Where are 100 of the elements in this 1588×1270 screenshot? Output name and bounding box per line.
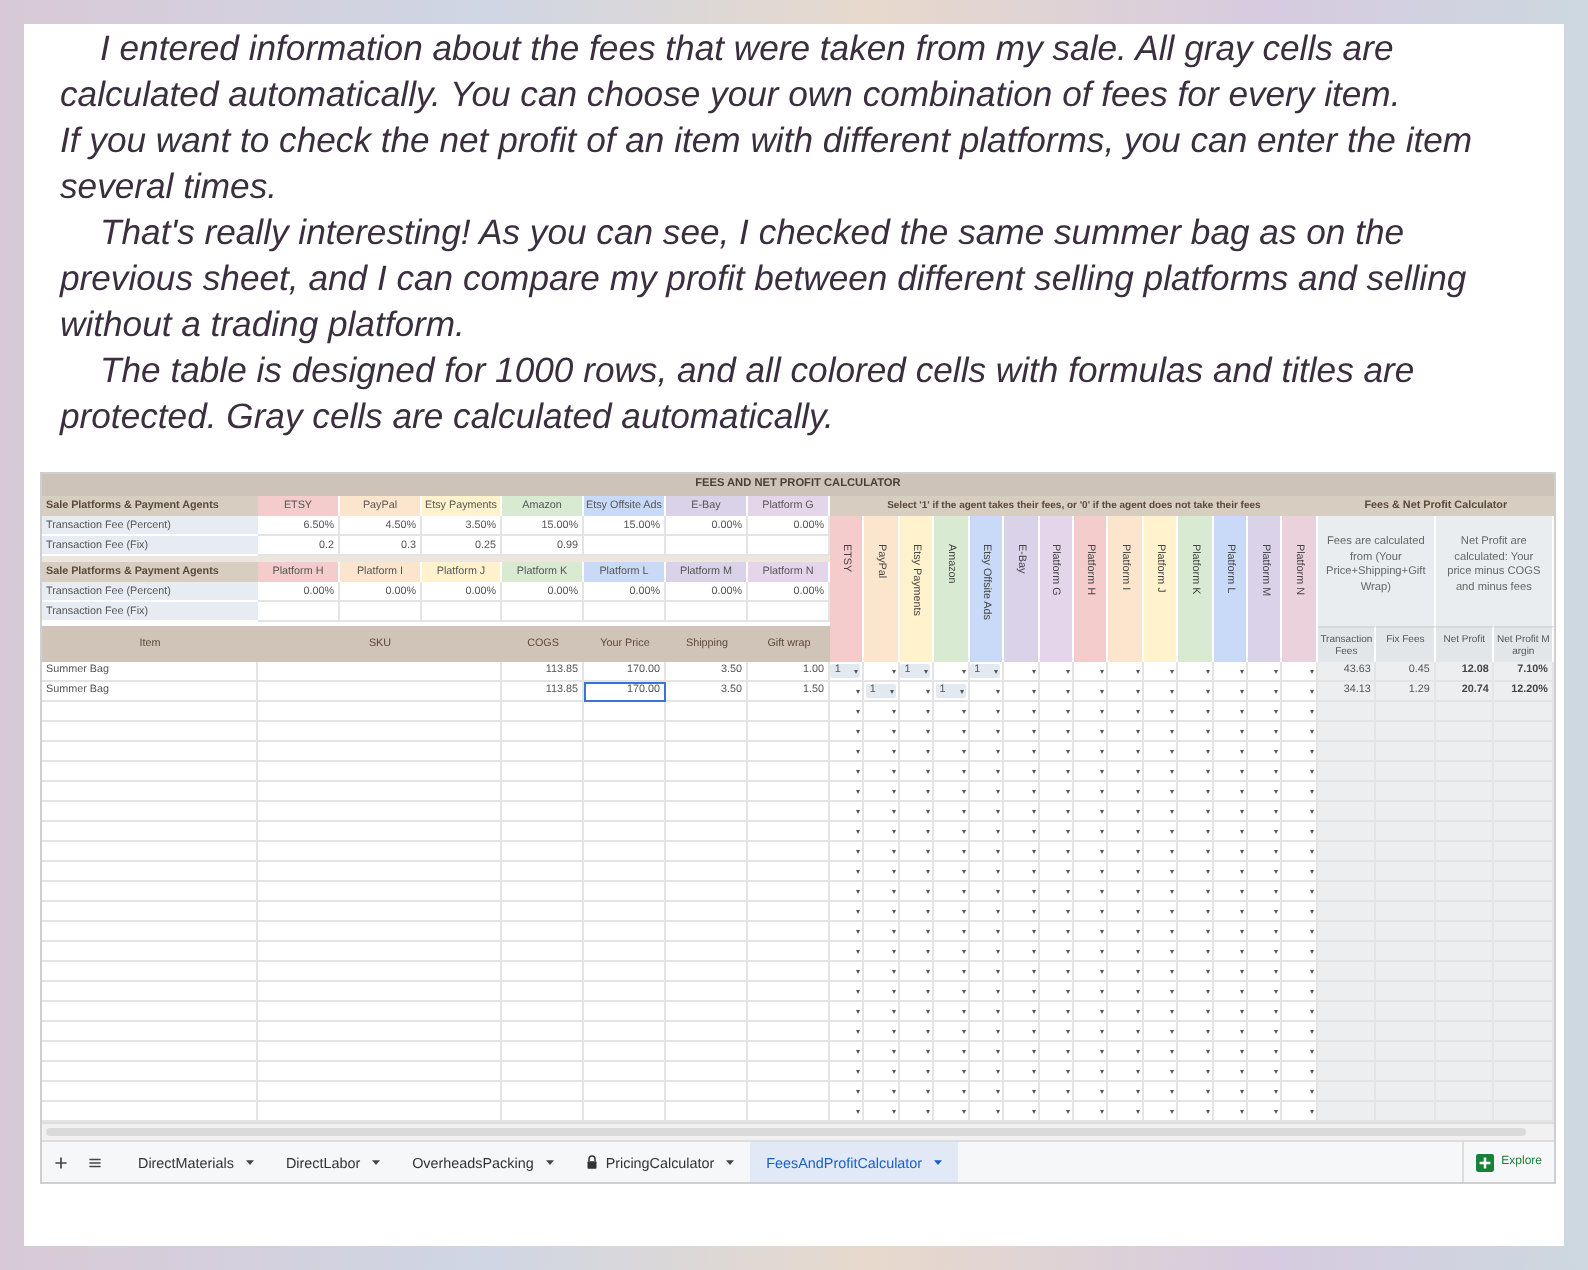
dropdown-arrow-icon[interactable] <box>1205 929 1210 933</box>
dropdown-arrow-icon[interactable] <box>1135 729 1140 733</box>
dropdown-arrow-icon[interactable] <box>1135 1049 1140 1053</box>
dropdown-arrow-icon[interactable] <box>1240 809 1245 813</box>
dropdown-arrow-icon[interactable] <box>1205 889 1210 893</box>
dropdown-arrow-icon[interactable] <box>1170 729 1175 733</box>
dropdown-arrow-icon[interactable] <box>856 1029 861 1033</box>
dropdown-arrow-icon[interactable] <box>1135 789 1140 793</box>
dropdown-arrow-icon[interactable] <box>1205 1009 1210 1013</box>
dropdown-arrow-icon[interactable] <box>1274 889 1279 893</box>
dropdown-arrow-icon[interactable] <box>1135 669 1140 673</box>
dropdown-arrow-icon[interactable] <box>1170 929 1175 933</box>
dropdown-arrow-icon[interactable] <box>1100 909 1105 913</box>
dropdown-arrow-icon[interactable] <box>1205 1089 1210 1093</box>
dropdown-arrow-icon[interactable] <box>1205 689 1210 693</box>
dropdown-arrow-icon[interactable] <box>856 909 861 913</box>
dropdown-arrow-icon[interactable] <box>1031 869 1036 873</box>
dropdown-arrow-icon[interactable] <box>891 809 896 813</box>
dropdown-arrow-icon[interactable] <box>1240 909 1245 913</box>
dropdown-arrow-icon[interactable] <box>1274 669 1279 673</box>
dropdown-arrow-icon[interactable] <box>1170 829 1175 833</box>
dropdown-arrow-icon[interactable] <box>856 689 861 693</box>
dropdown-arrow-icon[interactable] <box>856 989 861 993</box>
dropdown-arrow-icon[interactable] <box>961 949 966 953</box>
dropdown-arrow-icon[interactable] <box>961 1029 966 1033</box>
dropdown-arrow-icon[interactable] <box>891 669 896 673</box>
dropdown-arrow-icon[interactable] <box>1170 689 1175 693</box>
dropdown-arrow-icon[interactable] <box>1309 869 1314 873</box>
dropdown-arrow-icon[interactable] <box>1031 809 1036 813</box>
dropdown-arrow-icon[interactable] <box>1031 1009 1036 1013</box>
dropdown-arrow-icon[interactable] <box>1274 1089 1279 1093</box>
dropdown-arrow-icon[interactable] <box>1309 909 1314 913</box>
dropdown-arrow-icon[interactable] <box>1205 749 1210 753</box>
dropdown-arrow-icon[interactable] <box>891 1069 896 1073</box>
dropdown-arrow-icon[interactable] <box>891 989 896 993</box>
dropdown-arrow-icon[interactable] <box>1274 709 1279 713</box>
dropdown-arrow-icon[interactable] <box>996 929 1001 933</box>
dropdown-arrow-icon[interactable] <box>1240 1049 1245 1053</box>
dropdown-arrow-icon[interactable] <box>926 1109 931 1113</box>
dropdown-arrow-icon[interactable] <box>1065 749 1070 753</box>
dropdown-arrow-icon[interactable] <box>1170 1009 1175 1013</box>
dropdown-arrow-icon[interactable] <box>1205 829 1210 833</box>
dropdown-arrow-icon[interactable] <box>1170 949 1175 953</box>
dropdown-arrow-icon[interactable] <box>1240 949 1245 953</box>
dropdown-arrow-icon[interactable] <box>926 689 931 693</box>
dropdown-arrow-icon[interactable] <box>1274 789 1279 793</box>
dropdown-arrow-icon[interactable] <box>961 829 966 833</box>
dropdown-arrow-icon[interactable] <box>961 809 966 813</box>
dropdown-arrow-icon[interactable] <box>961 1009 966 1013</box>
dropdown-arrow-icon[interactable] <box>1031 1089 1036 1093</box>
dropdown-arrow-icon[interactable] <box>1170 869 1175 873</box>
dropdown-arrow-icon[interactable] <box>926 829 931 833</box>
dropdown-arrow-icon[interactable] <box>856 749 861 753</box>
dropdown-arrow-icon[interactable] <box>1240 989 1245 993</box>
dropdown-arrow-icon[interactable] <box>1065 849 1070 853</box>
dropdown-arrow-icon[interactable] <box>856 929 861 933</box>
dropdown-arrow-icon[interactable] <box>1170 969 1175 973</box>
dropdown-arrow-icon[interactable] <box>1065 1029 1070 1033</box>
dropdown-arrow-icon[interactable] <box>1205 789 1210 793</box>
dropdown-arrow-icon[interactable] <box>1170 1109 1175 1113</box>
dropdown-arrow-icon[interactable] <box>1274 1109 1279 1113</box>
dropdown-arrow-icon[interactable] <box>1309 669 1314 673</box>
add-sheet-icon[interactable] <box>54 1155 68 1169</box>
dropdown-arrow-icon[interactable] <box>1065 769 1070 773</box>
dropdown-arrow-icon[interactable] <box>1031 889 1036 893</box>
dropdown-arrow-icon[interactable] <box>1031 989 1036 993</box>
dropdown-arrow-icon[interactable] <box>1309 1029 1314 1033</box>
dropdown-arrow-icon[interactable] <box>1135 909 1140 913</box>
dropdown-arrow-icon[interactable] <box>996 709 1001 713</box>
dropdown-arrow-icon[interactable] <box>1135 709 1140 713</box>
dropdown-arrow-icon[interactable] <box>961 909 966 913</box>
dropdown-arrow-icon[interactable] <box>1309 849 1314 853</box>
dropdown-arrow-icon[interactable] <box>1100 1049 1105 1053</box>
dropdown-arrow-icon[interactable] <box>891 1029 896 1033</box>
dropdown-arrow-icon[interactable] <box>1170 1089 1175 1093</box>
dropdown-arrow-icon[interactable] <box>1100 849 1105 853</box>
dropdown-arrow-icon[interactable] <box>926 749 931 753</box>
dropdown-arrow-icon[interactable] <box>961 969 966 973</box>
dropdown-arrow-icon[interactable] <box>1100 889 1105 893</box>
dropdown-arrow-icon[interactable] <box>891 909 896 913</box>
dropdown-arrow-icon[interactable] <box>1309 929 1314 933</box>
dropdown-arrow-icon[interactable] <box>996 989 1001 993</box>
dropdown-arrow-icon[interactable] <box>1100 1089 1105 1093</box>
dropdown-arrow-icon[interactable] <box>856 849 861 853</box>
dropdown-arrow-icon[interactable] <box>961 709 966 713</box>
dropdown-arrow-icon[interactable] <box>1170 789 1175 793</box>
dropdown-arrow-icon[interactable] <box>996 1109 1001 1113</box>
dropdown-arrow-icon[interactable] <box>1031 1029 1036 1033</box>
dropdown-arrow-icon[interactable] <box>996 869 1001 873</box>
dropdown-arrow-icon[interactable] <box>1240 889 1245 893</box>
dropdown-arrow-icon[interactable] <box>926 729 931 733</box>
dropdown-arrow-icon[interactable] <box>1135 689 1140 693</box>
dropdown-arrow-icon[interactable] <box>1240 1109 1245 1113</box>
dropdown-arrow-icon[interactable] <box>856 789 861 793</box>
dropdown-arrow-icon[interactable] <box>996 729 1001 733</box>
dropdown-arrow-icon[interactable] <box>1065 909 1070 913</box>
dropdown-arrow-icon[interactable] <box>1170 809 1175 813</box>
dropdown-arrow-icon[interactable] <box>1100 689 1105 693</box>
dropdown-arrow-icon[interactable] <box>1205 989 1210 993</box>
dropdown-arrow-icon[interactable] <box>1205 709 1210 713</box>
